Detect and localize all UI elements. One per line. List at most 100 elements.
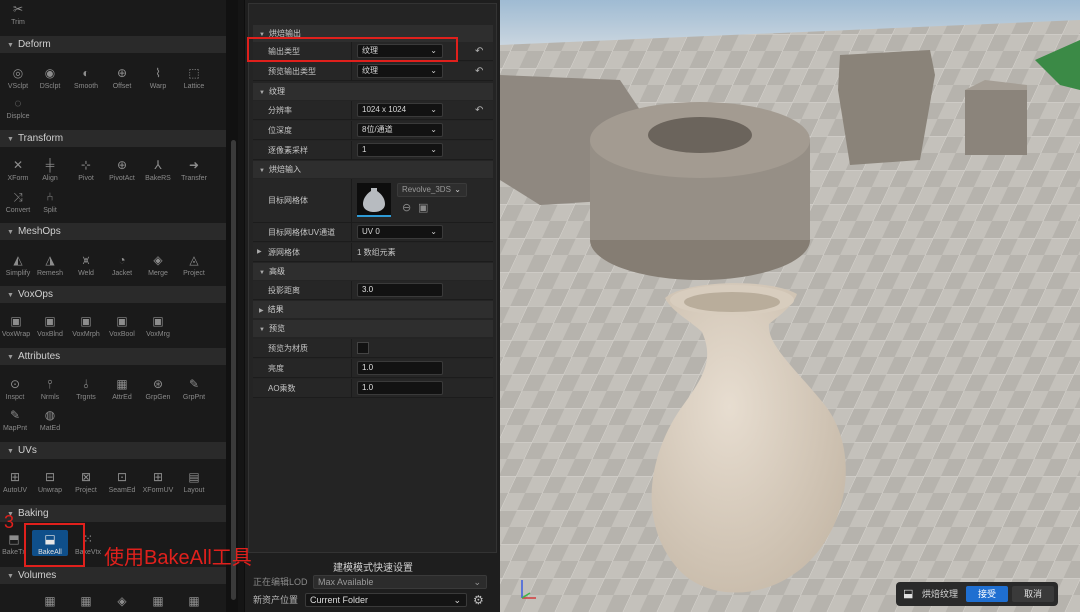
tool-autouv[interactable]: ⊞ AutoUV (0, 470, 33, 494)
accept-button[interactable]: 接受 (966, 586, 1008, 602)
tool-xformuv[interactable]: ⊞ XFormUV (140, 470, 176, 494)
tool-label: Simplify (5, 270, 31, 277)
folder-search-icon[interactable]: ▣ (418, 201, 428, 214)
tool-nrmls[interactable]: ⫯ Nrmls (32, 377, 68, 401)
cancel-button[interactable]: 取消 (1012, 586, 1054, 602)
reset-icon[interactable]: ↶ (475, 101, 483, 120)
tool-volume-2[interactable]: ▦ (68, 594, 104, 611)
ao-multiplier-slider[interactable]: 1.0 (357, 381, 443, 395)
tool-transfer[interactable]: ➜ Transfer (176, 158, 212, 182)
category-bake-input[interactable]: ▼ 烘焙输入 (253, 161, 493, 178)
tool-grppnt[interactable]: ✎ GrpPnt (176, 377, 212, 401)
tool-seamed[interactable]: ⊡ SeamEd (104, 470, 140, 494)
section-voxops[interactable]: ▼ VoxOps (0, 286, 226, 303)
category-label: 烘焙输入 (268, 165, 301, 174)
vase-thumbnail-icon (363, 188, 385, 212)
browse-to-asset-icon[interactable]: ⊖ (402, 201, 411, 214)
bitdepth-dropdown[interactable]: 8位/通道 ⌄ (357, 123, 443, 137)
tool-trim[interactable]: ✂ Trim (0, 2, 36, 26)
brightness-slider[interactable]: 1.0 (357, 361, 443, 375)
tool-voxmrph[interactable]: ▣ VoxMrph (68, 314, 104, 338)
tool-warp[interactable]: ⌇ Warp (140, 66, 176, 90)
tool-attred[interactable]: ▦ AttrEd (104, 377, 140, 401)
tool-xform[interactable]: ✕ XForm (0, 158, 36, 182)
tool-uv-project[interactable]: ⊠ Project (68, 470, 104, 494)
category-preview[interactable]: ▼ 预览 (253, 320, 493, 337)
tool-remesh[interactable]: ◮ Remesh (32, 253, 68, 277)
preview-output-dropdown[interactable]: 纹理 ⌄ (357, 64, 443, 78)
tool-unwrap[interactable]: ⊟ Unwrap (32, 470, 68, 494)
tool-weld[interactable]: ⩙ Weld (68, 253, 104, 277)
split-icon: ⑃ (46, 190, 54, 204)
tool-voxwrap[interactable]: ▣ VoxWrap (0, 314, 34, 338)
tool-label: Remesh (36, 270, 64, 277)
category-advanced[interactable]: ▼ 高级 (253, 263, 493, 280)
preview-material-checkbox[interactable] (357, 342, 369, 354)
divider (351, 379, 352, 398)
section-attributes[interactable]: ▼ Attributes (0, 348, 226, 365)
tool-smooth[interactable]: ◐ Smooth (68, 66, 104, 90)
lod-dropdown[interactable]: Max Available ⌄ (313, 575, 487, 589)
tool-lattice[interactable]: ⬚ Lattice (176, 66, 212, 90)
category-results[interactable]: ▶ 结果 (253, 301, 493, 318)
tool-pivot[interactable]: ⊹ Pivot (68, 158, 104, 182)
palette-scrollbar-thumb[interactable] (231, 140, 236, 600)
tool-bakers[interactable]: ⅄ BakeRS (140, 158, 176, 182)
tool-volume-1[interactable]: ▦ (32, 594, 68, 611)
mesh-thumbnail[interactable] (357, 183, 391, 217)
tool-voxbool[interactable]: ▣ VoxBool (104, 314, 140, 338)
tool-jacket[interactable]: ◔ Jacket (104, 253, 140, 277)
details-body: ▼ 烘焙输出 输出类型 纹理 ⌄ ↶ 预览输出类型 纹理 ⌄ ↶ ▼ 纹理 分辨率 10… (248, 3, 497, 553)
reset-icon[interactable]: ↶ (475, 42, 483, 61)
tool-voxmrg[interactable]: ▣ VoxMrg (140, 314, 176, 338)
tool-align[interactable]: ╪ Align (32, 158, 68, 182)
bake-accept-toolbar: ⬓ 烘焙纹理 接受 取消 (896, 582, 1058, 606)
asset-location-dropdown[interactable]: Current Folder ⌄ (305, 593, 467, 607)
section-deform[interactable]: ▼ Deform (0, 36, 226, 53)
tool-offset[interactable]: ⊕ Offset (104, 66, 140, 90)
projection-distance-input[interactable]: 3.0 (357, 283, 443, 297)
tool-convert[interactable]: ⤨ Convert (0, 190, 36, 214)
reset-icon[interactable]: ↶ (475, 62, 483, 81)
tool-layout[interactable]: ▤ Layout (176, 470, 212, 494)
field-label: 目标网格体 (268, 196, 308, 205)
tool-grpgen[interactable]: ⊛ GrpGen (140, 377, 176, 401)
vsclpt-icon: ◎ (12, 66, 24, 80)
tool-split[interactable]: ⑃ Split (32, 190, 68, 214)
target-mesh-dropdown[interactable]: Revolve_3DS ⌄ (397, 183, 467, 197)
tool-merge[interactable]: ◈ Merge (140, 253, 176, 277)
settings-gear-icon[interactable]: ⚙ (473, 592, 484, 608)
collapse-arrow-icon: ▼ (7, 229, 14, 236)
chevron-down-icon: ⌄ (453, 595, 461, 605)
collapsed-arrow-icon: ▶ (259, 308, 264, 314)
samples-dropdown[interactable]: 1 ⌄ (357, 143, 443, 157)
tool-inspct[interactable]: ⊙ Inspct (0, 377, 33, 401)
tool-label: Project (75, 487, 97, 494)
tool-volume-4[interactable]: ▦ (140, 594, 176, 611)
section-baking[interactable]: ▼ Baking (0, 505, 226, 522)
input-value: 3.0 (362, 285, 374, 294)
tool-label: BakeTx (2, 549, 26, 556)
tool-trgnts[interactable]: ⫰ Trgnts (68, 377, 104, 401)
target-uv-dropdown[interactable]: UV 0 ⌄ (357, 225, 443, 239)
resolution-dropdown[interactable]: 1024 x 1024 ⌄ (357, 103, 443, 117)
section-uvs[interactable]: ▼ UVs (0, 442, 226, 459)
tool-mated[interactable]: ◍ MatEd (32, 408, 68, 432)
tool-vsclpt[interactable]: ◎ VSclpt (0, 66, 36, 90)
tool-displce[interactable]: ◌ Displce (0, 96, 36, 120)
tool-voxblnd[interactable]: ▣ VoxBlnd (32, 314, 68, 338)
tool-simplify[interactable]: ◭ Simplify (0, 253, 36, 277)
row-source-mesh[interactable]: ▶ 源网格体 1 数组元素 (253, 243, 493, 262)
3d-viewport[interactable] (500, 0, 1080, 612)
tool-volume-3[interactable]: ◈ (104, 594, 140, 611)
tool-project[interactable]: ◬ Project (176, 253, 212, 277)
tool-dsclpt[interactable]: ◉ DSclpt (32, 66, 68, 90)
section-transform[interactable]: ▼ Transform (0, 130, 226, 147)
category-texture[interactable]: ▼ 纹理 (253, 83, 493, 100)
tool-mappnt[interactable]: ✎ MapPnt (0, 408, 33, 432)
tool-label: VoxMrph (72, 331, 100, 338)
tool-volume-5[interactable]: ▦ (176, 594, 212, 611)
section-meshops[interactable]: ▼ MeshOps (0, 223, 226, 240)
section-title: MeshOps (17, 226, 61, 237)
tool-pivotact[interactable]: ⊕ PivotAct (104, 158, 140, 182)
